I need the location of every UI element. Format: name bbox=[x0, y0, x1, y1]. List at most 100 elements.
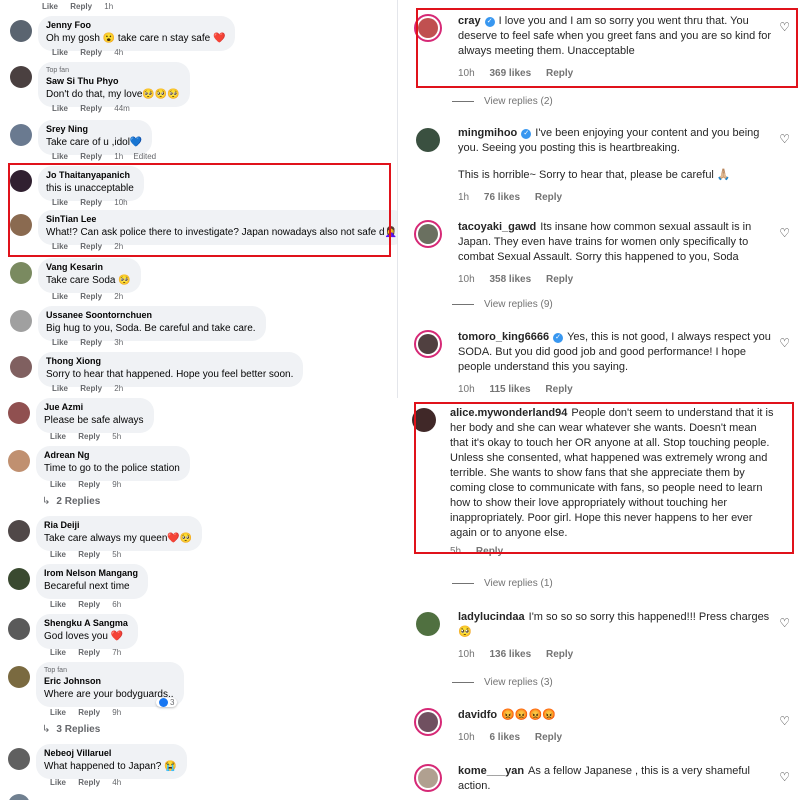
reply-link[interactable]: Reply bbox=[535, 192, 562, 203]
like-link[interactable]: Like bbox=[50, 648, 66, 657]
commenter-name[interactable]: Ria Deiji bbox=[44, 520, 192, 532]
avatar[interactable] bbox=[10, 170, 32, 192]
username[interactable]: mingmihoo bbox=[458, 127, 517, 139]
avatar[interactable] bbox=[8, 568, 30, 590]
commenter-name[interactable]: Eric Johnson bbox=[44, 676, 174, 688]
avatar[interactable] bbox=[414, 708, 442, 736]
reply-link[interactable]: Reply bbox=[80, 152, 102, 161]
likes-count[interactable]: 76 likes bbox=[484, 192, 520, 203]
commenter-name[interactable]: Nebeoj Villaruel bbox=[44, 748, 177, 760]
username[interactable]: davidfo bbox=[458, 709, 497, 721]
commenter-name[interactable]: Jue Azmi bbox=[44, 402, 144, 414]
reply-link[interactable]: Reply bbox=[80, 198, 102, 207]
likes-count[interactable]: 115 likes bbox=[489, 384, 530, 395]
reply-link[interactable]: Reply bbox=[80, 242, 102, 251]
view-replies-link[interactable]: View replies (1) bbox=[452, 578, 553, 589]
commenter-name[interactable]: Thong Xiong bbox=[46, 356, 293, 368]
commenter-name[interactable]: Irom Nelson Mangang bbox=[44, 568, 138, 580]
avatar[interactable] bbox=[10, 20, 32, 42]
avatar[interactable] bbox=[414, 220, 442, 248]
like-link[interactable]: Like bbox=[52, 104, 68, 113]
reply-link[interactable]: Reply bbox=[80, 48, 102, 57]
heart-icon[interactable]: ♡ bbox=[779, 226, 790, 240]
likes-count[interactable]: 136 likes bbox=[489, 649, 531, 660]
avatar[interactable] bbox=[414, 764, 442, 792]
heart-icon[interactable]: ♡ bbox=[779, 714, 790, 728]
avatar[interactable] bbox=[10, 66, 32, 88]
view-replies-link[interactable]: View replies (3) bbox=[452, 677, 553, 688]
commenter-name[interactable]: Saw Si Thu Phyo bbox=[46, 76, 180, 88]
likes-count[interactable]: 6 likes bbox=[489, 732, 520, 743]
reply-link[interactable]: Reply bbox=[70, 2, 92, 11]
like-link[interactable]: Like bbox=[50, 432, 66, 441]
username[interactable]: tomoro_king6666 bbox=[458, 331, 549, 343]
like-link[interactable]: Like bbox=[50, 480, 66, 489]
view-replies-link[interactable]: View replies (9) bbox=[452, 299, 553, 310]
like-link[interactable]: Like bbox=[52, 152, 68, 161]
heart-icon[interactable]: ♡ bbox=[779, 616, 790, 630]
reply-link[interactable]: Reply bbox=[80, 384, 102, 393]
avatar[interactable] bbox=[10, 262, 32, 284]
likes-count[interactable]: 369 likes bbox=[489, 68, 531, 79]
commenter-name[interactable]: Srey Ning bbox=[46, 124, 142, 136]
reply-link[interactable]: Reply bbox=[78, 432, 100, 441]
commenter-name[interactable]: Jo Thaitanyapanich bbox=[46, 170, 134, 182]
like-link[interactable]: Like bbox=[50, 708, 66, 717]
avatar[interactable] bbox=[8, 794, 30, 800]
reply-link[interactable]: Reply bbox=[78, 480, 100, 489]
avatar[interactable] bbox=[410, 406, 438, 434]
reply-link[interactable]: Reply bbox=[78, 600, 100, 609]
heart-icon[interactable]: ♡ bbox=[779, 336, 790, 350]
avatar[interactable] bbox=[10, 356, 32, 378]
like-link[interactable]: Like bbox=[52, 338, 68, 347]
avatar[interactable] bbox=[414, 610, 442, 638]
avatar[interactable] bbox=[8, 520, 30, 542]
like-link[interactable]: Like bbox=[52, 384, 68, 393]
avatar[interactable] bbox=[8, 402, 30, 424]
reply-link[interactable]: Reply bbox=[80, 292, 102, 301]
commenter-name[interactable]: Jenny Foo bbox=[46, 20, 225, 32]
commenter-name[interactable]: Vang Kesarin bbox=[46, 262, 131, 274]
view-replies-link[interactable]: ↳ 3 Replies bbox=[42, 724, 100, 735]
reply-link[interactable]: Reply bbox=[80, 338, 102, 347]
heart-icon[interactable]: ♡ bbox=[779, 770, 790, 784]
like-link[interactable]: Like bbox=[52, 292, 68, 301]
reply-link[interactable]: Reply bbox=[80, 104, 102, 113]
like-link[interactable]: Like bbox=[52, 242, 68, 251]
heart-icon[interactable]: ♡ bbox=[779, 20, 790, 34]
reply-link[interactable]: Reply bbox=[545, 384, 572, 395]
like-link[interactable]: Like bbox=[50, 550, 66, 559]
heart-icon[interactable]: ♡ bbox=[779, 132, 790, 146]
avatar[interactable] bbox=[8, 748, 30, 770]
reply-link[interactable]: Reply bbox=[78, 708, 100, 717]
reply-link[interactable]: Reply bbox=[476, 546, 503, 557]
avatar[interactable] bbox=[8, 666, 30, 688]
avatar[interactable] bbox=[414, 14, 442, 42]
view-replies-link[interactable]: ↳ 2 Replies bbox=[42, 496, 100, 507]
like-link[interactable]: Like bbox=[52, 198, 68, 207]
avatar[interactable] bbox=[10, 310, 32, 332]
avatar[interactable] bbox=[10, 214, 32, 236]
view-replies-link[interactable]: View replies (2) bbox=[452, 96, 553, 107]
avatar[interactable] bbox=[10, 124, 32, 146]
like-link[interactable]: Like bbox=[50, 778, 66, 787]
reply-link[interactable]: Reply bbox=[78, 778, 100, 787]
reply-link[interactable]: Reply bbox=[78, 648, 100, 657]
username[interactable]: kome___yan bbox=[458, 765, 524, 777]
username[interactable]: cray bbox=[458, 15, 481, 27]
reply-link[interactable]: Reply bbox=[546, 274, 573, 285]
like-link[interactable]: Like bbox=[50, 600, 66, 609]
avatar[interactable] bbox=[414, 126, 442, 154]
reaction-count[interactable]: 3 bbox=[156, 698, 178, 708]
commenter-name[interactable]: SinTian Lee bbox=[46, 214, 397, 226]
commenter-name[interactable]: Ussanee Soontornchuen bbox=[46, 310, 256, 322]
avatar[interactable] bbox=[414, 330, 442, 358]
username[interactable]: alice.mywonderland94 bbox=[450, 407, 567, 419]
like-link[interactable]: Like bbox=[42, 2, 58, 11]
avatar[interactable] bbox=[8, 450, 30, 472]
likes-count[interactable]: 358 likes bbox=[489, 274, 531, 285]
like-link[interactable]: Like bbox=[52, 48, 68, 57]
commenter-name[interactable]: Shengku A Sangma bbox=[44, 618, 128, 630]
avatar[interactable] bbox=[8, 618, 30, 640]
username[interactable]: ladylucindaa bbox=[458, 611, 525, 623]
